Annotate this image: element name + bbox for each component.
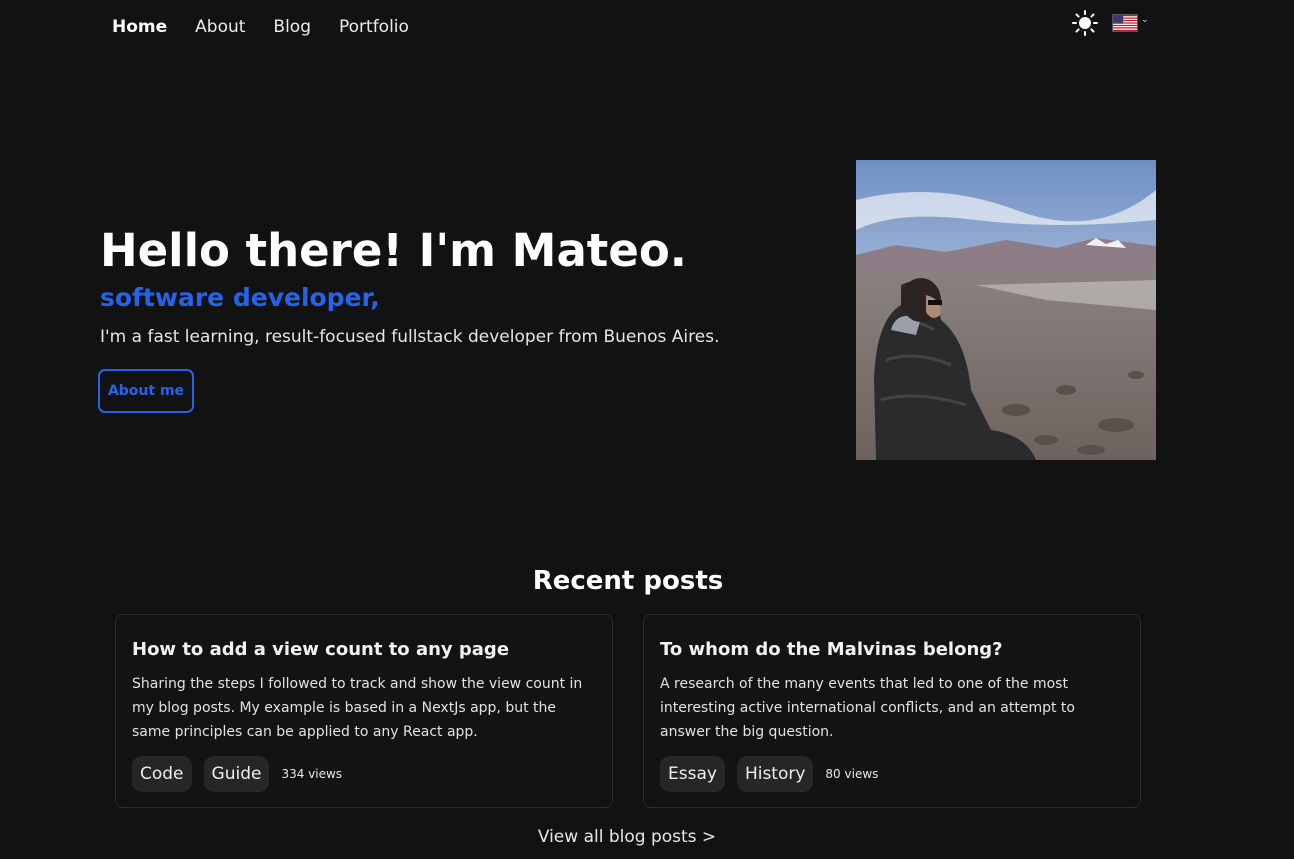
hero-subtitle: software developer, xyxy=(100,283,380,312)
nav-about[interactable]: About xyxy=(195,17,245,37)
post-title[interactable]: To whom do the Malvinas belong? xyxy=(660,639,1124,660)
tag-history[interactable]: History xyxy=(736,756,814,792)
profile-photo xyxy=(856,160,1156,460)
post-card[interactable]: How to add a view count to any page Shar… xyxy=(115,614,613,808)
main-nav: Home About Blog Portfolio xyxy=(112,17,409,37)
post-excerpt: A research of the many events that led t… xyxy=(660,676,1075,740)
header-controls: ⌄ xyxy=(1072,10,1149,36)
view-count: 80 views xyxy=(825,767,879,781)
us-flag-icon[interactable] xyxy=(1112,14,1138,32)
sun-icon[interactable] xyxy=(1072,10,1098,36)
hero-description: I'm a fast learning, result-focused full… xyxy=(100,327,720,347)
nav-portfolio[interactable]: Portfolio xyxy=(339,17,409,37)
recent-posts-title: Recent posts xyxy=(532,566,724,596)
chevron-down-icon[interactable]: ⌄ xyxy=(1141,15,1149,25)
nav-home[interactable]: Home xyxy=(112,17,167,37)
about-me-button[interactable]: About me xyxy=(98,369,194,413)
post-tags: Essay History 80 views xyxy=(660,756,878,792)
post-title[interactable]: How to add a view count to any page xyxy=(132,639,596,660)
tag-essay[interactable]: Essay xyxy=(660,756,725,792)
post-excerpt: Sharing the steps I followed to track an… xyxy=(132,676,583,740)
post-tags: Code Guide 334 views xyxy=(132,756,342,792)
hero-title: Hello there! I'm Mateo. xyxy=(100,224,687,277)
nav-blog[interactable]: Blog xyxy=(273,17,311,37)
view-count: 334 views xyxy=(281,767,343,781)
tag-guide[interactable]: Guide xyxy=(203,756,270,792)
tag-code[interactable]: Code xyxy=(132,756,192,792)
post-card[interactable]: To whom do the Malvinas belong? A resear… xyxy=(643,614,1141,808)
view-all-posts-link[interactable]: View all blog posts > xyxy=(0,827,1254,847)
